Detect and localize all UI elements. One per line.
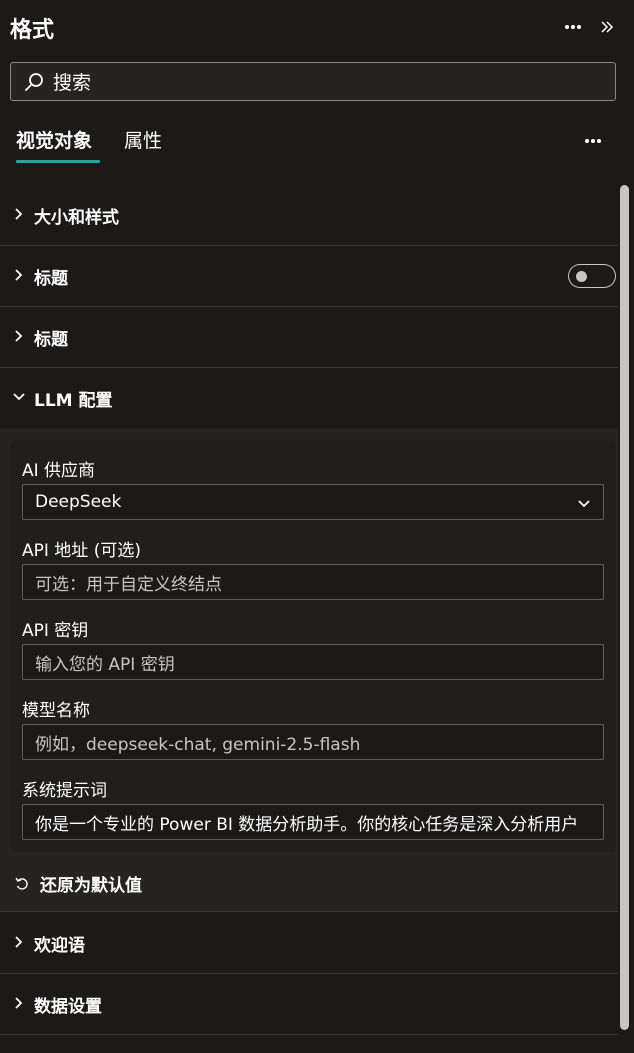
chevron-right-icon (15, 330, 23, 342)
section-data-settings[interactable]: 数据设置 (0, 974, 618, 1035)
chevron-right-icon (15, 936, 23, 948)
system-prompt-input[interactable]: 你是一个专业的 Power BI 数据分析助手。你的核心任务是深入分析用户 (22, 804, 604, 840)
more-options-button[interactable] (560, 14, 586, 40)
section-llm-config[interactable]: LLM 配置 (0, 368, 618, 429)
tabs-more-options-button[interactable] (580, 128, 606, 154)
section-label: 标题 (34, 269, 68, 289)
reset-label: 还原为默认值 (40, 876, 142, 896)
model-name-input[interactable]: 例如，deepseek-chat, gemini-2.5-flash (22, 724, 604, 760)
api-url-input[interactable]: 可选：用于自定义终结点 (22, 564, 604, 600)
section-size-style[interactable]: 大小和样式 (0, 185, 618, 246)
more-icon (565, 25, 581, 29)
api-key-label: API 密钥 (22, 621, 89, 641)
collapse-pane-button[interactable] (594, 14, 620, 40)
tab-visual[interactable]: 视觉对象 (16, 126, 92, 153)
system-prompt-value: 你是一个专业的 Power BI 数据分析助手。你的核心任务是深入分析用户 (35, 814, 579, 835)
search-placeholder: 搜索 (53, 72, 92, 94)
system-prompt-label: 系统提示词 (22, 781, 107, 801)
scrollbar[interactable] (620, 185, 629, 1030)
section-label: 数据设置 (34, 997, 102, 1017)
pane-header: 格式 (0, 0, 634, 58)
search-icon (25, 72, 43, 91)
api-url-placeholder: 可选：用于自定义终结点 (35, 574, 222, 595)
section-label: 欢迎语 (34, 936, 85, 956)
more-icon (585, 139, 601, 143)
chevron-right-icon (15, 997, 23, 1009)
section-title[interactable]: 标题 (0, 307, 618, 368)
chevron-right-icon (15, 269, 23, 281)
api-key-placeholder: 输入您的 API 密钥 (35, 654, 175, 675)
section-label: LLM 配置 (34, 391, 113, 411)
undo-icon (15, 877, 28, 890)
tab-properties[interactable]: 属性 (124, 126, 162, 153)
tab-active-indicator (16, 160, 100, 163)
toggle-knob (576, 271, 587, 282)
section-label: 标题 (34, 330, 68, 350)
section-label: 大小和样式 (34, 208, 119, 228)
api-url-label: API 地址 (可选) (22, 541, 141, 561)
search-input[interactable]: 搜索 (10, 62, 616, 101)
pane-title: 格式 (10, 18, 55, 43)
provider-select[interactable]: DeepSeek (22, 484, 604, 520)
reset-default-button[interactable]: 还原为默认值 (14, 871, 142, 896)
chevron-down-icon (578, 500, 590, 508)
chevron-right-icon (15, 208, 23, 220)
section-title-toggle[interactable]: 标题 (0, 246, 618, 307)
provider-label: AI 供应商 (22, 461, 96, 481)
model-name-label: 模型名称 (22, 701, 90, 721)
double-chevron-right-icon (601, 21, 614, 33)
chevron-down-icon (13, 393, 25, 401)
provider-value: DeepSeek (35, 492, 122, 512)
model-name-placeholder: 例如，deepseek-chat, gemini-2.5-flash (35, 734, 361, 755)
title-toggle-switch[interactable] (568, 264, 616, 288)
api-key-input[interactable]: 输入您的 API 密钥 (22, 644, 604, 680)
section-welcome[interactable]: 欢迎语 (0, 913, 618, 974)
